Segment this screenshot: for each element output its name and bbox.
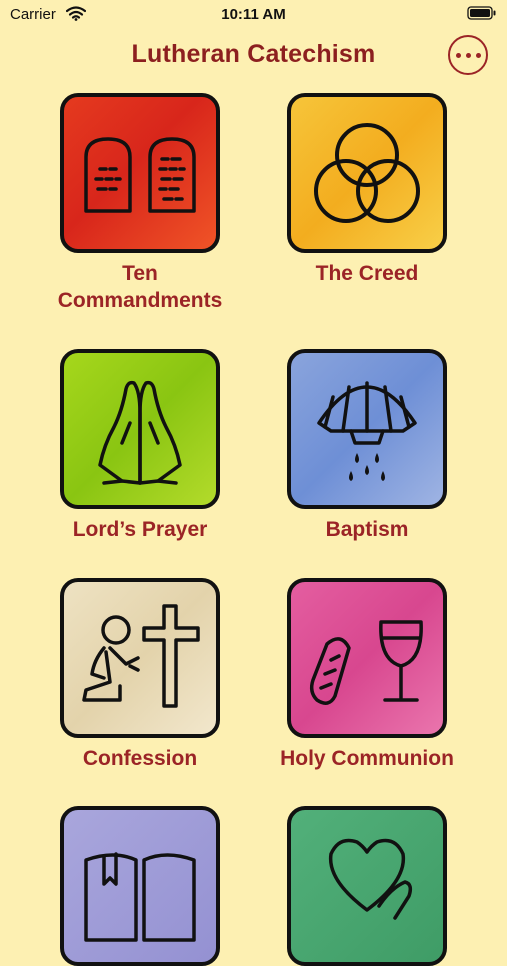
tile-label-the-creed[interactable]: The Creed xyxy=(252,260,482,287)
kneeling-cross-icon xyxy=(82,604,200,708)
page-title: Lutheran Catechism xyxy=(131,40,376,68)
tile-label-ten-commandments[interactable]: Ten Commandments xyxy=(25,260,255,314)
battery-icon xyxy=(467,6,497,25)
more-dot-icon xyxy=(455,52,461,58)
trinity-circles-icon xyxy=(314,123,420,223)
stone-tablets-icon xyxy=(84,137,196,213)
praying-hands-icon xyxy=(98,380,182,485)
more-dot-icon xyxy=(465,52,471,58)
tile-confession[interactable] xyxy=(60,578,220,738)
tile-baptism[interactable] xyxy=(287,349,447,509)
tile-label-lords-prayer[interactable]: Lord’s Prayer xyxy=(25,516,255,543)
tile-heart[interactable] xyxy=(287,806,447,966)
bible-icon xyxy=(84,852,196,942)
heart-hand-icon xyxy=(328,838,413,920)
tile-the-creed[interactable] xyxy=(287,93,447,253)
tile-label-confession[interactable]: Confession xyxy=(25,745,255,772)
tile-label-baptism[interactable]: Baptism xyxy=(252,516,482,543)
tile-ten-commandments[interactable] xyxy=(60,93,220,253)
tile-label-line: Ten xyxy=(122,262,158,285)
more-dot-icon xyxy=(475,52,481,58)
more-options-button[interactable] xyxy=(448,35,488,75)
tile-lords-prayer[interactable] xyxy=(60,349,220,509)
shell-water-icon xyxy=(317,381,417,481)
status-bar: Carrier 10:11 AM xyxy=(0,0,507,30)
bread-chalice-icon xyxy=(309,620,423,705)
tile-label-holy-communion[interactable]: Holy Communion xyxy=(252,745,482,772)
tile-holy-communion[interactable] xyxy=(287,578,447,738)
clock: 10:11 AM xyxy=(221,6,286,23)
tile-bible[interactable] xyxy=(60,806,220,966)
tile-label-line: Commandments xyxy=(57,289,223,312)
